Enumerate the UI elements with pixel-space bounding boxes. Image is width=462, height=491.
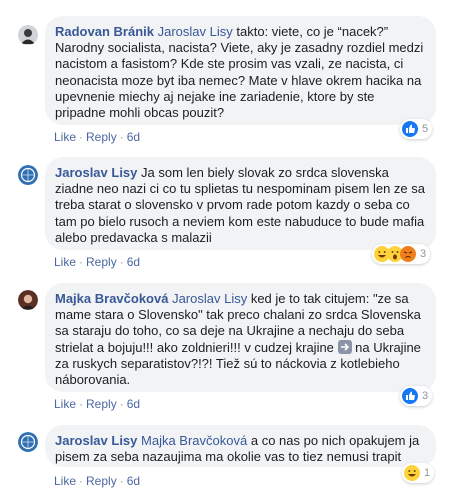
comment-actions: Like · Reply · 6d xyxy=(54,397,141,411)
angry-reaction-icon xyxy=(400,246,416,262)
like-reaction-icon xyxy=(402,388,418,404)
avatar[interactable] xyxy=(18,432,38,452)
reaction-count: 5 xyxy=(422,123,429,135)
like-link[interactable]: Like xyxy=(54,474,76,488)
avatar[interactable] xyxy=(18,165,38,185)
comment-timestamp[interactable]: 6d xyxy=(127,130,140,144)
comment-bubble: Radovan Bránik Jaroslav Lisy takto: viet… xyxy=(45,16,436,125)
comment-mention[interactable]: Majka Bravčoková xyxy=(141,433,247,448)
reaction-summary[interactable]: 5 xyxy=(400,119,433,139)
reaction-summary[interactable]: 1 xyxy=(402,463,435,483)
reaction-count: 3 xyxy=(422,390,429,402)
comment-mention[interactable]: Jaroslav Lisy xyxy=(172,291,247,306)
like-reaction-icon xyxy=(402,121,418,137)
comment-author[interactable]: Majka Bravčoková xyxy=(55,291,168,306)
comment-author[interactable]: Jaroslav Lisy xyxy=(55,165,137,180)
comment-actions: Like · Reply · 6d xyxy=(54,130,141,144)
reply-link[interactable]: Reply xyxy=(86,130,117,144)
right-arrow-emoji-icon xyxy=(337,339,352,354)
reply-link[interactable]: Reply xyxy=(86,397,117,411)
reaction-summary[interactable]: 3 xyxy=(400,386,433,406)
reply-link[interactable]: Reply xyxy=(86,474,117,488)
comment-actions: Like · Reply · 6d xyxy=(54,474,141,488)
reaction-count: 1 xyxy=(424,467,431,479)
reaction-summary[interactable]: 3 xyxy=(372,244,431,264)
comment-author[interactable]: Radovan Bránik xyxy=(55,24,154,39)
comment-bubble: Majka Bravčoková Jaroslav Lisy ked je to… xyxy=(45,283,436,392)
comment-author[interactable]: Jaroslav Lisy xyxy=(55,433,137,448)
comment-bubble: Jaroslav Lisy Ja som len biely slovak zo… xyxy=(45,157,436,250)
comment-timestamp[interactable]: 6d xyxy=(127,397,140,411)
like-link[interactable]: Like xyxy=(54,130,76,144)
like-link[interactable]: Like xyxy=(54,397,76,411)
comment-timestamp[interactable]: 6d xyxy=(127,255,140,269)
haha-reaction-icon xyxy=(404,465,420,481)
reaction-count: 3 xyxy=(420,248,427,260)
reply-link[interactable]: Reply xyxy=(86,255,117,269)
comment-timestamp[interactable]: 6d xyxy=(127,474,140,488)
avatar[interactable] xyxy=(18,290,38,310)
comment-bubble: Jaroslav Lisy Majka Bravčoková a co nas … xyxy=(45,425,436,467)
comment-actions: Like · Reply · 6d xyxy=(54,255,141,269)
avatar[interactable] xyxy=(18,25,38,45)
comment-mention[interactable]: Jaroslav Lisy xyxy=(158,24,233,39)
like-link[interactable]: Like xyxy=(54,255,76,269)
